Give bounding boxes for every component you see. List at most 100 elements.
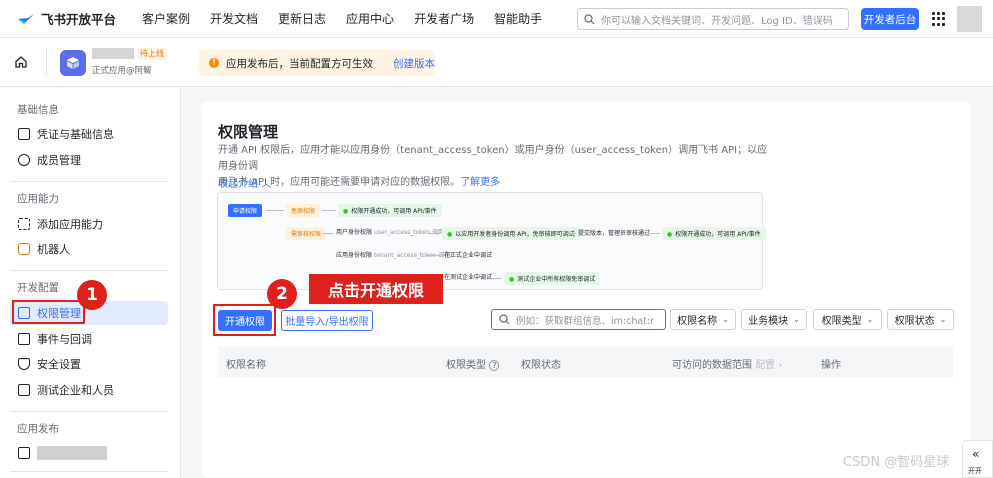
nav-app-center[interactable]: 应用中心 bbox=[346, 10, 394, 27]
table-header: 权限名称 权限类型 ? 权限状态 可访问的数据范围 配置 › 操作 bbox=[218, 347, 953, 377]
sidebar-section-dev-config: 开发配置 bbox=[17, 282, 59, 294]
nav-dev-plaza[interactable]: 开发者广场 bbox=[414, 10, 474, 27]
divider bbox=[10, 411, 168, 412]
app-icon bbox=[60, 50, 86, 76]
nav-changelog[interactable]: 更新日志 bbox=[278, 10, 326, 27]
col-permission-name: 权限名称 bbox=[226, 360, 266, 371]
sidebar-item-label: 测试企业和人员 bbox=[37, 384, 114, 397]
chevron-down-icon: ⌄ bbox=[866, 315, 874, 324]
flow-test-in-test: 在测试企业中调试 bbox=[444, 274, 493, 281]
cube-icon bbox=[67, 57, 79, 69]
logo-text: 飞书开放平台 bbox=[41, 12, 117, 27]
create-version-link[interactable]: 创建版本 bbox=[393, 56, 435, 71]
app-name-redacted bbox=[92, 48, 134, 59]
flow-connector bbox=[266, 210, 284, 211]
divider bbox=[10, 471, 168, 472]
flow-connector bbox=[322, 233, 334, 234]
chevron-down-icon: ⌄ bbox=[722, 315, 729, 324]
app-subtitle: 正式应用@阿鲅 bbox=[92, 66, 152, 76]
filter-permission-name[interactable]: 权限名称 ⌄ bbox=[670, 309, 736, 330]
divider bbox=[10, 181, 168, 182]
annotation-step-2: 2 bbox=[267, 279, 297, 309]
sidebar-item-bot[interactable]: 机器人 bbox=[10, 237, 168, 261]
redacted-label bbox=[37, 446, 107, 460]
double-chevron-left-icon: « bbox=[972, 447, 980, 461]
robot-icon bbox=[18, 243, 30, 255]
config-link[interactable]: 配置 bbox=[755, 360, 775, 371]
filter-permission-type[interactable]: 权限类型 ⌄ bbox=[813, 309, 882, 330]
sidebar-item-credentials[interactable]: 凭证与基础信息 bbox=[10, 122, 168, 146]
annotation-label: 点击开通权限 bbox=[309, 274, 443, 304]
publish-notice: ! 应用发布后，当前配置方可生效 创建版本 bbox=[199, 50, 435, 76]
sidebar-item-add-capability[interactable]: 添加应用能力 bbox=[10, 212, 168, 236]
user-avatar[interactable] bbox=[957, 6, 982, 32]
col-data-scope: 可访问的数据范围 配置 › bbox=[672, 360, 783, 371]
sidebar-item-test-enterprise[interactable]: 测试企业和人员 bbox=[10, 378, 168, 402]
apps-grid-icon[interactable] bbox=[932, 12, 946, 26]
sidebar-item-events[interactable]: 事件与回调 bbox=[10, 327, 168, 351]
flow-connector bbox=[428, 233, 440, 234]
nav-customer-cases[interactable]: 客户案例 bbox=[142, 10, 190, 27]
flow-test-ent-note: 测试企业中所有权限免审调试 bbox=[504, 272, 601, 285]
logo[interactable]: 飞书开放平台 bbox=[17, 9, 129, 28]
event-icon bbox=[18, 333, 30, 345]
flow-free-review: 免审权限 bbox=[286, 204, 321, 217]
app-status-badge: 待上线 bbox=[137, 48, 167, 60]
doc-search-input[interactable]: 你可以输入文档关键词、开发问题、Log ID、错误码 bbox=[577, 8, 849, 30]
developer-console-button[interactable]: 开发者后台 bbox=[861, 8, 919, 30]
page-title: 权限管理 bbox=[218, 123, 279, 141]
search-placeholder: 你可以输入文档关键词、开发问题、Log ID、错误码 bbox=[601, 15, 833, 27]
description-line-1: 开通 API 权限后，应用才能以应用身份（tenant_access_token… bbox=[218, 145, 768, 172]
nav-dev-docs[interactable]: 开发文档 bbox=[210, 10, 258, 27]
sidebar-item-members[interactable]: 成员管理 bbox=[10, 148, 168, 172]
code-icon bbox=[18, 384, 30, 396]
sidebar-item-publish-redacted[interactable] bbox=[10, 441, 168, 465]
nav-ai-assistant[interactable]: 智能助手 bbox=[494, 10, 542, 27]
sidebar-item-label: 机器人 bbox=[37, 243, 70, 256]
divider bbox=[46, 50, 47, 76]
collapse-intro-toggle[interactable]: 收起介绍 ︿ bbox=[218, 175, 271, 190]
feishu-logo-icon bbox=[18, 13, 34, 24]
flow-connector bbox=[490, 278, 502, 279]
flow-submit: 提交版本，管理员审核通过 bbox=[578, 230, 651, 237]
flow-opened-ok-2: 权限开通成功，可调用 API/事件 bbox=[662, 227, 766, 240]
col-permission-type[interactable]: 权限类型 ? bbox=[446, 356, 500, 371]
learn-more-link[interactable]: 了解更多 bbox=[460, 177, 500, 188]
sidebar-item-label: 凭证与基础信息 bbox=[37, 128, 114, 141]
filter-label: 业务模块 bbox=[748, 316, 789, 327]
help-icon: ? bbox=[489, 360, 500, 371]
sidebar-item-label: 安全设置 bbox=[37, 358, 81, 371]
home-icon[interactable] bbox=[14, 55, 28, 69]
collapse-panel-button[interactable]: « 开开 bbox=[962, 440, 993, 478]
flow-connector bbox=[428, 255, 440, 256]
col-actions: 操作 bbox=[821, 360, 841, 371]
filter-label: 权限状态 bbox=[894, 316, 935, 327]
collapse-label: 收起介绍 bbox=[218, 179, 258, 190]
filter-permission-status[interactable]: 权限状态 ⌄ bbox=[887, 309, 954, 330]
filter-label: 权限名称 bbox=[677, 316, 718, 327]
id-card-icon bbox=[18, 128, 30, 140]
search-icon bbox=[499, 314, 510, 325]
batch-import-export-button[interactable]: 批量导入/导出权限 bbox=[281, 310, 373, 331]
permission-search-input[interactable]: 例如：获取群组信息、im:chat:r bbox=[491, 309, 666, 330]
flow-user-identity: 用户身份权限 user_access_token 调用 bbox=[336, 229, 444, 236]
sidebar-item-security[interactable]: 安全设置 bbox=[10, 352, 168, 376]
chevron-down-icon: ⌄ bbox=[939, 315, 947, 324]
sidebar-item-label: 添加应用能力 bbox=[37, 218, 103, 231]
upload-icon bbox=[18, 447, 30, 459]
search-icon bbox=[584, 13, 595, 24]
flow-connector bbox=[650, 233, 660, 234]
app-header-bar: 待上线 正式应用@阿鲅 ! 应用发布后，当前配置方可生效 创建版本 bbox=[0, 38, 993, 87]
shield-icon bbox=[18, 358, 30, 370]
flow-connector bbox=[566, 233, 576, 234]
filter-business-module[interactable]: 业务模块 ⌄ bbox=[741, 309, 807, 330]
annotation-frame-sidebar bbox=[12, 300, 85, 324]
flow-test-in-prod: 在正式企业中调试 bbox=[444, 252, 493, 259]
sidebar-item-label: 成员管理 bbox=[37, 154, 81, 167]
chevron-right-icon: › bbox=[775, 360, 783, 371]
corner-label: 开开 bbox=[968, 467, 982, 475]
annotation-step-1: 1 bbox=[77, 280, 107, 310]
flow-opened-ok: 权限开通成功，可调用 API/事件 bbox=[338, 204, 442, 217]
page-description: 开通 API 权限后，应用才能以应用身份（tenant_access_token… bbox=[218, 143, 768, 191]
chevron-down-icon: ⌄ bbox=[793, 315, 800, 324]
